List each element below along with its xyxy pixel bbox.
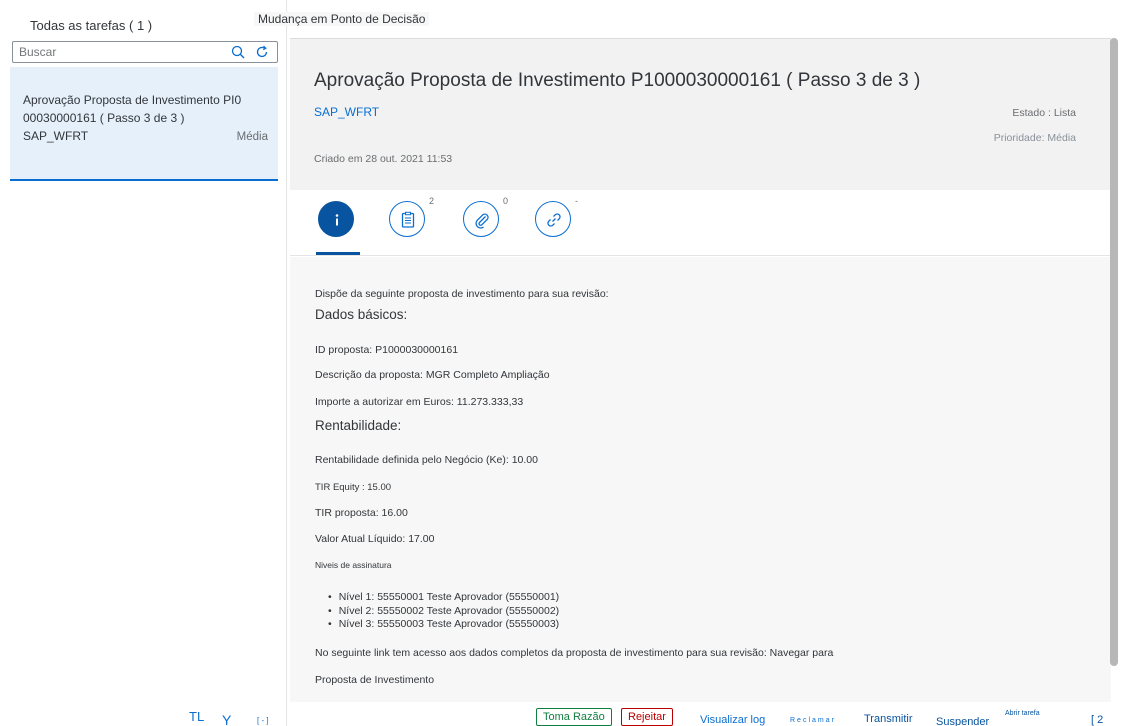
signature-levels-list: Nível 1: 55550001 Teste Aprovador (55550… <box>328 591 559 632</box>
link-icon <box>547 213 561 227</box>
list-item[interactable]: Aprovação Proposta de Investimento PI0 0… <box>10 67 278 181</box>
task-priority: Média <box>236 131 268 143</box>
signature-levels-heading: Niveis de assinatura <box>315 560 392 570</box>
approve-button[interactable]: Toma Razão <box>536 708 612 726</box>
task-title: Aprovação Proposta de Investimento PI0 0… <box>23 93 242 125</box>
open-task-button[interactable]: Abrir tarefa <box>999 706 1046 724</box>
forward-button[interactable]: Transmitir <box>858 711 918 726</box>
detail-panel: Mudança em Ponto de Decisão Aprovação Pr… <box>254 0 1131 726</box>
master-footer: TL Y [ - ] <box>0 702 287 726</box>
list-item: Nível 2: 55550002 Teste Aprovador (55550… <box>328 605 559 619</box>
icon-tab-bar: 2 0 - <box>290 190 1111 256</box>
task-creator: SAP_WFRT <box>23 129 89 143</box>
profitability-heading: Rentabilidade: <box>315 418 402 433</box>
top-bar: Mudança em Ponto de Decisão <box>254 0 1131 38</box>
amount-to-authorize: Importe a autorizar em Euros: 11.273.333… <box>315 396 524 408</box>
tab-info[interactable] <box>318 201 354 237</box>
basic-data-heading: Dados básicos: <box>315 307 408 322</box>
refresh-icon[interactable] <box>255 45 269 59</box>
view-log-button[interactable]: Visualizar log <box>694 712 771 726</box>
search-icon[interactable] <box>231 45 245 59</box>
created-date: Criado em 28 out. 2021 11:53 <box>314 153 453 165</box>
notes-icon <box>401 211 415 228</box>
sort-button[interactable]: TL <box>189 709 204 724</box>
footer-toolbar: Toma Razão Rejeitar Visualizar log Recla… <box>288 702 1131 726</box>
list-item: Nível 3: 55550003 Teste Aprovador (55550… <box>328 618 559 632</box>
tab-attachments[interactable]: 0 <box>463 196 508 237</box>
proposal-link[interactable]: Proposta de Investimento <box>315 674 434 686</box>
master-list-title: Todas as tarefas ( 1 ) <box>30 18 153 33</box>
ke-value: Rentabilidade definida pelo Negócio (Ke)… <box>315 454 538 466</box>
status-label: Estado : Lista <box>1012 107 1076 119</box>
description-content: Dispõe da seguinte proposta de investime… <box>290 257 1111 702</box>
suspend-button[interactable]: Suspender <box>930 714 995 726</box>
active-tab-indicator <box>316 252 360 255</box>
links-count: - <box>575 196 578 206</box>
navigate-text: No seguinte link tem acesso aos dados co… <box>315 647 834 659</box>
notes-count: 2 <box>429 196 435 206</box>
tir-proposal: TIR proposta: 16.00 <box>315 507 408 519</box>
proposal-description: Descrição da proposta: MGR Completo Ampl… <box>315 369 550 381</box>
intro-text: Dispõe da seguinte proposta de investime… <box>315 288 609 300</box>
tab-links[interactable]: - <box>535 196 578 237</box>
tab-notes[interactable]: 2 <box>389 196 434 237</box>
group-button[interactable]: [ - ] <box>257 716 269 725</box>
filter-button[interactable]: Y <box>222 712 231 726</box>
vertical-scrollbar[interactable] <box>1110 38 1118 666</box>
search-input[interactable]: Buscar <box>19 45 56 59</box>
attachments-count: 0 <box>503 196 509 206</box>
list-item: Nível 1: 55550001 Teste Aprovador (55550… <box>328 591 559 605</box>
search-field[interactable]: Buscar <box>12 41 278 63</box>
tir-equity: TIR Equity : 15.00 <box>315 482 392 493</box>
priority-label: Prioridade: Média <box>993 132 1076 144</box>
object-header: Aprovação Proposta de Investimento P1000… <box>290 38 1111 190</box>
decision-change-label[interactable]: Mudança em Ponto de Decisão <box>254 12 430 26</box>
overflow-button[interactable]: [ 2 <box>1085 712 1109 726</box>
npv-value: Valor Atual Líquido: 17.00 <box>315 533 435 545</box>
reject-button[interactable]: Rejeitar <box>621 708 673 726</box>
proposal-id: ID proposta: P1000030000161 <box>315 344 459 356</box>
claim-button[interactable]: Reclamar <box>784 713 842 726</box>
creator-link[interactable]: SAP_WFRT <box>314 105 379 119</box>
page-title: Aprovação Proposta de Investimento P1000… <box>314 70 921 91</box>
info-icon <box>335 214 339 226</box>
paperclip-icon <box>475 213 489 229</box>
master-list-panel: Todas as tarefas ( 1 ) Buscar Aprovação … <box>0 0 287 726</box>
